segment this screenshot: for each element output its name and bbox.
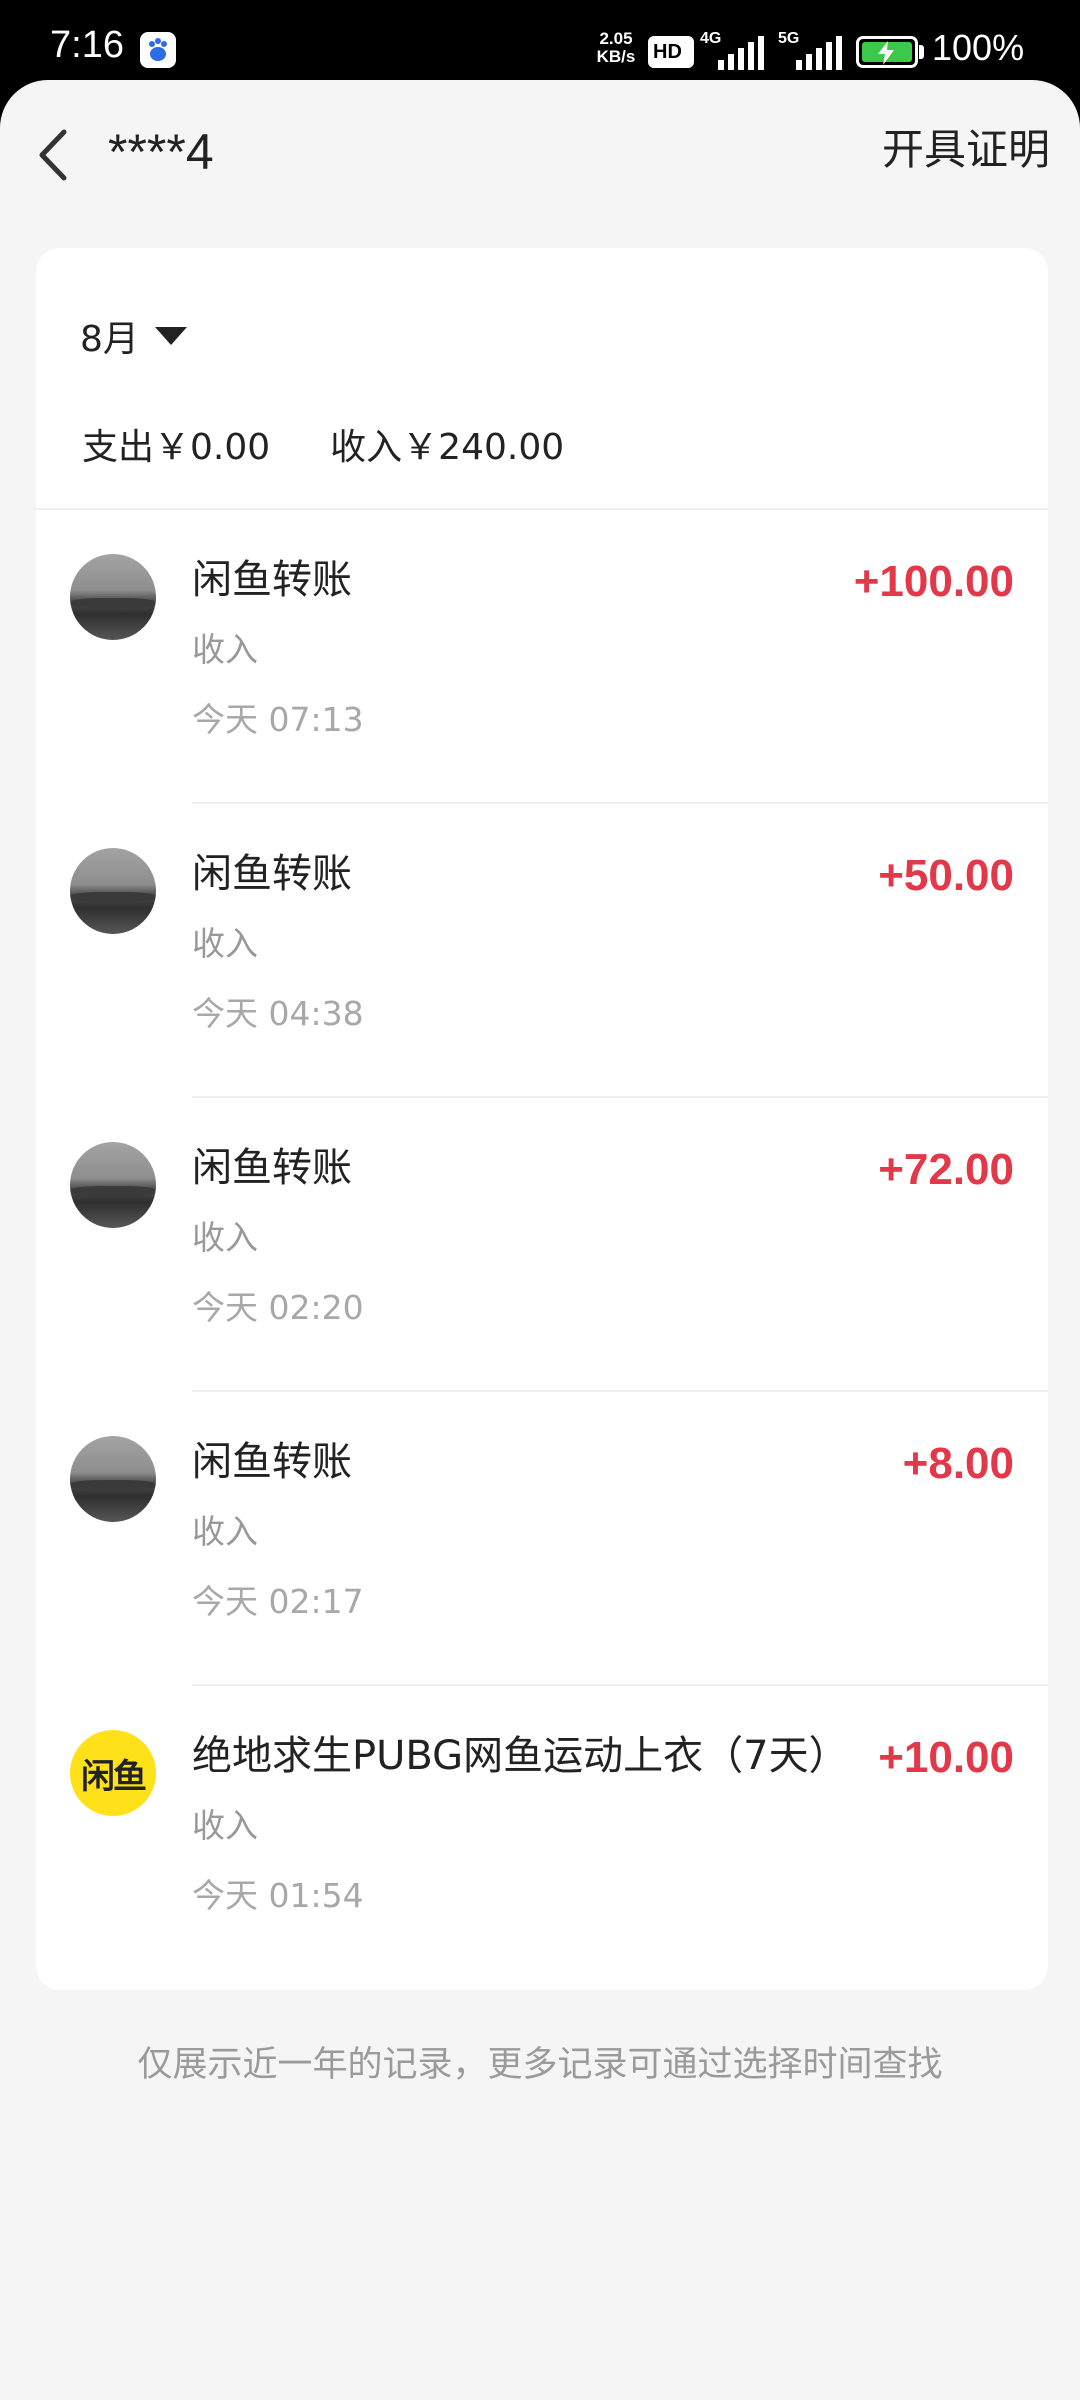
issue-certificate-button[interactable]: 开具证明 [882,118,1050,182]
transaction-type: 收入 [192,924,258,963]
transaction-time: 今天 02:17 [192,1582,364,1621]
transaction-time: 今天 02:20 [192,1288,364,1327]
transaction-title: 绝地求生PUBG网鱼运动上衣（7天） [192,1733,849,1779]
monthly-summary: 支出￥0.00 收入￥240.00 [82,418,564,470]
back-arrow-icon[interactable] [30,118,74,188]
expense-total: 支出￥0.00 [82,427,271,468]
baidu-paw-icon [140,32,176,68]
network-speed: 2.05 KB/s [596,29,636,66]
transaction-title: 闲鱼转账 [192,1145,352,1191]
transaction-row[interactable]: 闲鱼转账 收入 今天 02:20 +72.00 [36,1098,1048,1392]
transaction-row[interactable]: 闲鱼转账 收入 今天 02:17 +8.00 [36,1392,1048,1686]
status-bar: 7:16 2.05 KB/s HD 4G 5G 100% [0,0,1080,80]
transaction-row[interactable]: 闲鱼转账 收入 今天 04:38 +50.00 [36,804,1048,1098]
avatar [70,848,156,934]
transaction-amount: +72.00 [878,1145,1014,1194]
transaction-amount: +50.00 [878,851,1014,900]
transaction-amount: +10.00 [878,1733,1014,1782]
month-label: 8月 [80,319,139,360]
income-total: 收入￥240.00 [330,427,565,468]
history-note: 仅展示近一年的记录，更多记录可通过选择时间查找 [137,2045,943,2085]
transaction-title: 闲鱼转账 [192,557,352,603]
transaction-amount: +100.00 [853,557,1014,606]
signal-strength-icon [796,36,842,70]
transaction-type: 收入 [192,1512,258,1551]
transaction-title: 闲鱼转账 [192,1439,352,1485]
charging-bolt-icon [878,41,894,65]
signal-strength-icon [718,36,764,70]
avatar [70,554,156,640]
transaction-card: 8月 支出￥0.00 收入￥240.00 闲鱼转账 收入 今天 07:13 +1… [36,248,1048,1990]
avatar [70,1142,156,1228]
avatar [70,1436,156,1522]
transaction-time: 今天 07:13 [192,700,364,739]
transaction-page: ****4 开具证明 8月 支出￥0.00 收入￥240.00 闲鱼转账 收入 … [0,80,1080,2400]
page-title: ****4 [108,124,214,180]
transaction-row[interactable]: 闲鱼转账 收入 今天 07:13 +100.00 [36,510,1048,804]
transaction-amount: +8.00 [902,1439,1014,1488]
transaction-type: 收入 [192,1218,258,1257]
status-time: 7:16 [50,24,124,66]
transaction-row[interactable]: 闲鱼 绝地求生PUBG网鱼运动上衣（7天） 收入 今天 01:54 +10.00 [36,1686,1048,1980]
caret-down-icon [154,327,187,345]
transaction-time: 今天 01:54 [192,1876,364,1915]
month-dropdown[interactable]: 8月 [80,308,187,364]
transaction-title: 闲鱼转账 [192,851,352,897]
transaction-time: 今天 04:38 [192,994,364,1033]
battery-icon [856,36,918,68]
transaction-type: 收入 [192,1806,258,1845]
xianyu-logo-icon: 闲鱼 [70,1730,156,1816]
transaction-type: 收入 [192,630,258,669]
battery-percent: 100% [932,27,1025,68]
hd-voice-badge: HD [648,36,694,68]
